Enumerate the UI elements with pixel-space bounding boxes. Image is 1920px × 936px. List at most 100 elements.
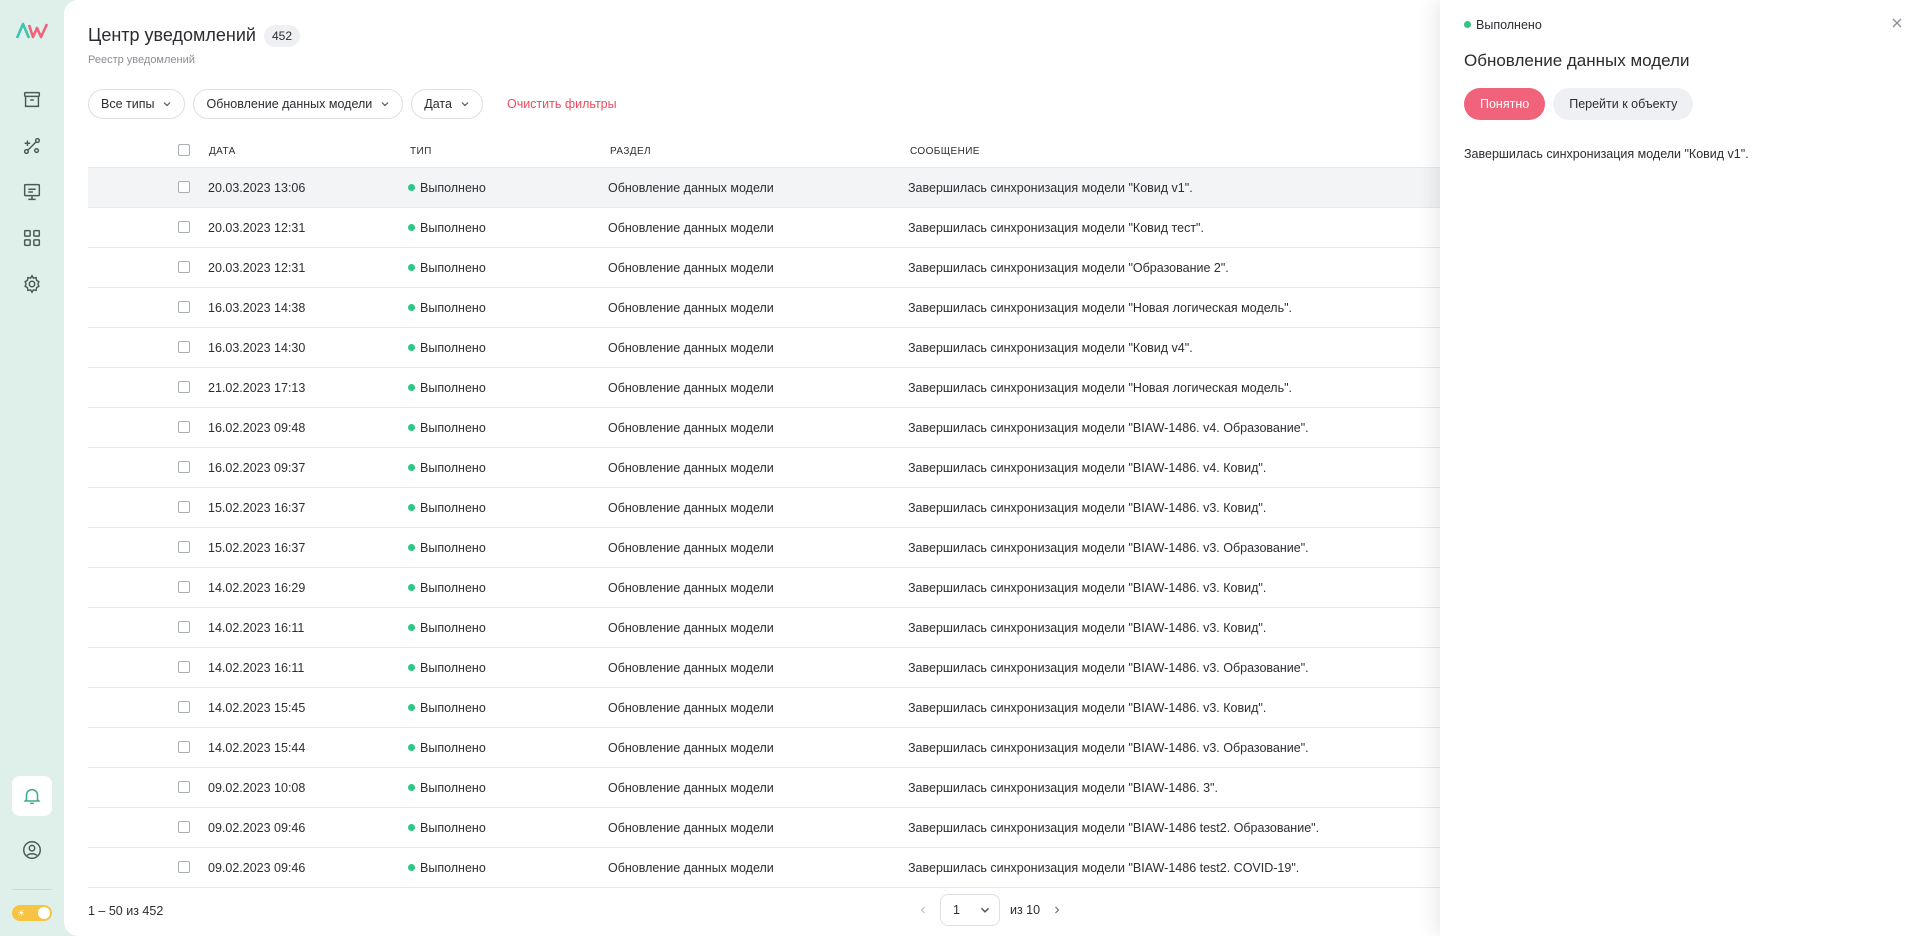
row-type-label: Выполнено	[420, 821, 486, 835]
table-row[interactable]: 14.02.2023 15:45 Выполнено Обновление данн…	[88, 688, 1440, 728]
row-date: 16.02.2023 09:48	[208, 421, 306, 435]
table-row[interactable]: 14.02.2023 15:44 Выполнено Обновление данн…	[88, 728, 1440, 768]
row-checkbox[interactable]	[178, 261, 190, 273]
row-message: Завершилась синхронизация модели "BIAW-1…	[908, 461, 1267, 475]
row-type-label: Выполнено	[420, 221, 486, 235]
clear-filters-link[interactable]: Очистить фильтры	[507, 97, 617, 111]
row-type: Выполнено	[408, 661, 486, 675]
pagination: 1 из 10	[916, 894, 1064, 926]
row-checkbox[interactable]	[178, 861, 190, 873]
row-section: Обновление данных модели	[608, 541, 774, 555]
row-type-label: Выполнено	[420, 741, 486, 755]
table-row[interactable]: 16.03.2023 14:38 Выполнено Обновление данн…	[88, 288, 1440, 328]
row-checkbox[interactable]	[178, 541, 190, 553]
theme-toggle-knob	[38, 907, 50, 919]
row-date: 14.02.2023 15:45	[208, 701, 306, 715]
table-row[interactable]: 14.02.2023 16:29 Выполнено Обновление данн…	[88, 568, 1440, 608]
table-row[interactable]: 14.02.2023 16:11 Выполнено Обновление данн…	[88, 608, 1440, 648]
sidebar-item-dashboards[interactable]	[12, 172, 52, 212]
row-type: Выполнено	[408, 261, 486, 275]
table-row[interactable]: 20.03.2023 12:31 Выполнено Обновление данн…	[88, 248, 1440, 288]
row-type: Выполнено	[408, 461, 486, 475]
row-type: Выполнено	[408, 181, 486, 195]
row-checkbox[interactable]	[178, 381, 190, 393]
status-dot	[408, 264, 415, 271]
row-checkbox[interactable]	[178, 701, 190, 713]
row-date: 20.03.2023 13:06	[208, 181, 306, 195]
table-row[interactable]: 20.03.2023 12:31 Выполнено Обновление данн…	[88, 208, 1440, 248]
row-checkbox[interactable]	[178, 421, 190, 433]
row-type-label: Выполнено	[420, 781, 486, 795]
row-date: 14.02.2023 16:11	[208, 661, 305, 675]
row-message: Завершилась синхронизация модели "BIAW-1…	[908, 741, 1309, 755]
table-row[interactable]: 15.02.2023 16:37 Выполнено Обновление данн…	[88, 528, 1440, 568]
row-section: Обновление данных модели	[608, 341, 774, 355]
table-row[interactable]: 16.02.2023 09:37 Выполнено Обновление данн…	[88, 448, 1440, 488]
sidebar-item-models[interactable]	[12, 126, 52, 166]
row-section: Обновление данных модели	[608, 381, 774, 395]
row-section: Обновление данных модели	[608, 781, 774, 795]
table-row[interactable]: 16.02.2023 09:48 Выполнено Обновление данн…	[88, 408, 1440, 448]
close-icon[interactable]	[1890, 16, 1904, 30]
row-checkbox[interactable]	[178, 661, 190, 673]
table-row[interactable]: 21.02.2023 17:13 Выполнено Обновление данн…	[88, 368, 1440, 408]
acknowledge-button[interactable]: Понятно	[1464, 88, 1546, 120]
app-logo[interactable]	[16, 22, 48, 40]
page-select[interactable]: 1	[940, 894, 1000, 926]
select-all-checkbox[interactable]	[178, 144, 190, 156]
page-total: из 10	[1010, 903, 1041, 917]
status-dot	[408, 864, 415, 871]
column-header-message: Сообщение	[910, 146, 980, 157]
sidebar-item-apps[interactable]	[12, 218, 52, 258]
table-row[interactable]: 20.03.2023 13:06 Выполнено Обновление данн…	[88, 168, 1440, 208]
sidebar-item-archive[interactable]	[12, 80, 52, 120]
row-checkbox[interactable]	[178, 821, 190, 833]
type-filter[interactable]: Все типы	[88, 89, 186, 119]
row-checkbox[interactable]	[178, 741, 190, 753]
status-dot	[408, 584, 415, 591]
row-section: Обновление данных модели	[608, 621, 774, 635]
row-type-label: Выполнено	[420, 341, 486, 355]
row-checkbox[interactable]	[178, 621, 190, 633]
row-message: Завершилась синхронизация модели "BIAW-1…	[908, 781, 1218, 795]
theme-toggle[interactable]: ☀	[12, 905, 52, 921]
row-section: Обновление данных модели	[608, 461, 774, 475]
drawer-status: Выполнено	[1464, 18, 1542, 32]
table-row[interactable]: 15.02.2023 16:37 Выполнено Обновление данн…	[88, 488, 1440, 528]
archive-icon	[23, 91, 41, 108]
model-icon	[23, 137, 41, 155]
section-filter[interactable]: Обновление данных модели	[193, 89, 404, 119]
section-filter-label: Обновление данных модели	[206, 97, 373, 111]
row-checkbox[interactable]	[178, 501, 190, 513]
date-filter[interactable]: Дата	[411, 89, 483, 119]
sidebar-item-settings[interactable]	[12, 264, 52, 304]
sidebar-item-notifications[interactable]	[12, 776, 52, 816]
go-to-object-button[interactable]: Перейти к объекту	[1553, 88, 1694, 120]
sidebar: ☀	[0, 0, 64, 936]
next-page-button[interactable]	[1050, 903, 1064, 917]
row-checkbox[interactable]	[178, 341, 190, 353]
prev-page-button[interactable]	[916, 903, 930, 917]
table-row[interactable]: 14.02.2023 16:11 Выполнено Обновление данн…	[88, 648, 1440, 688]
row-checkbox[interactable]	[178, 461, 190, 473]
row-type: Выполнено	[408, 741, 486, 755]
row-checkbox[interactable]	[178, 301, 190, 313]
table-row[interactable]: 09.02.2023 09:46 Выполнено Обновление данн…	[88, 848, 1440, 888]
sidebar-item-profile[interactable]	[12, 830, 52, 870]
row-checkbox[interactable]	[178, 581, 190, 593]
row-date: 21.02.2023 17:13	[208, 381, 306, 395]
row-date: 20.03.2023 12:31	[208, 221, 306, 235]
main-panel: Центр уведомлений 452 Реестр уведомлений…	[64, 0, 1440, 936]
table-row[interactable]: 16.03.2023 14:30 Выполнено Обновление данн…	[88, 328, 1440, 368]
row-type-label: Выполнено	[420, 181, 486, 195]
drawer-message: Завершилась синхронизация модели "Ковид …	[1464, 147, 1749, 161]
table-row[interactable]: 09.02.2023 09:46 Выполнено Обновление данн…	[88, 808, 1440, 848]
row-section: Обновление данных модели	[608, 861, 774, 875]
row-checkbox[interactable]	[178, 781, 190, 793]
row-checkbox[interactable]	[178, 221, 190, 233]
row-section: Обновление данных модели	[608, 181, 774, 195]
table-row[interactable]: 09.02.2023 10:08 Выполнено Обновление данн…	[88, 768, 1440, 808]
status-dot	[408, 784, 415, 791]
row-message: Завершилась синхронизация модели "BIAW-1…	[908, 861, 1300, 875]
row-checkbox[interactable]	[178, 181, 190, 193]
